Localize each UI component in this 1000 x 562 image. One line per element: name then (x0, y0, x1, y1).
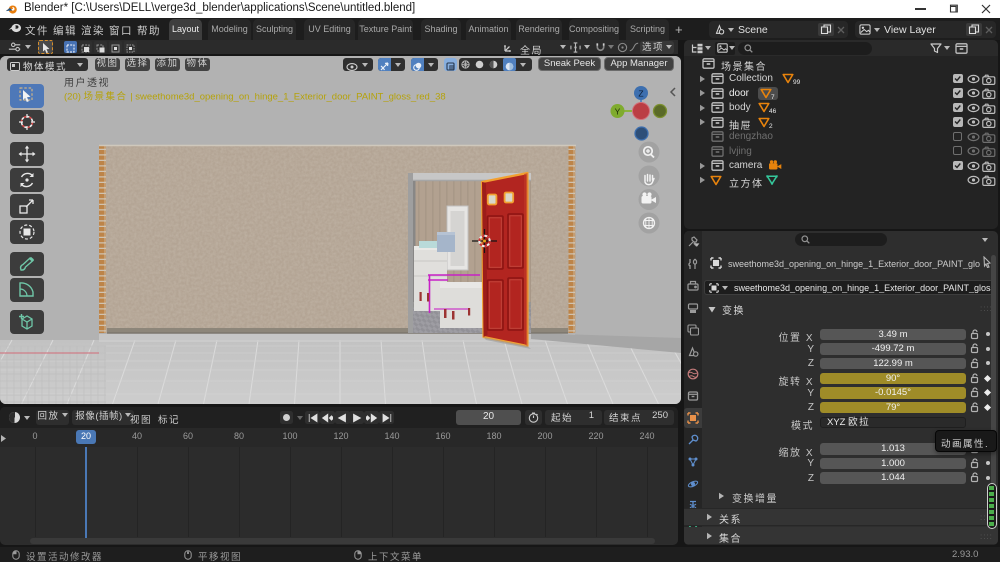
svg-text:99: 99 (793, 79, 801, 85)
svg-text:(20) 场景集合 | sweethome3d_openin: (20) 场景集合 | sweethome3d_opening_on_hinge… (64, 91, 446, 103)
svg-text:Z: Z (638, 89, 643, 99)
svg-text:2: 2 (769, 123, 773, 129)
svg-text:46: 46 (769, 108, 777, 114)
svg-text:用户透视: 用户透视 (64, 76, 110, 89)
svg-text:7: 7 (771, 94, 775, 100)
svg-text:Y: Y (615, 107, 621, 117)
